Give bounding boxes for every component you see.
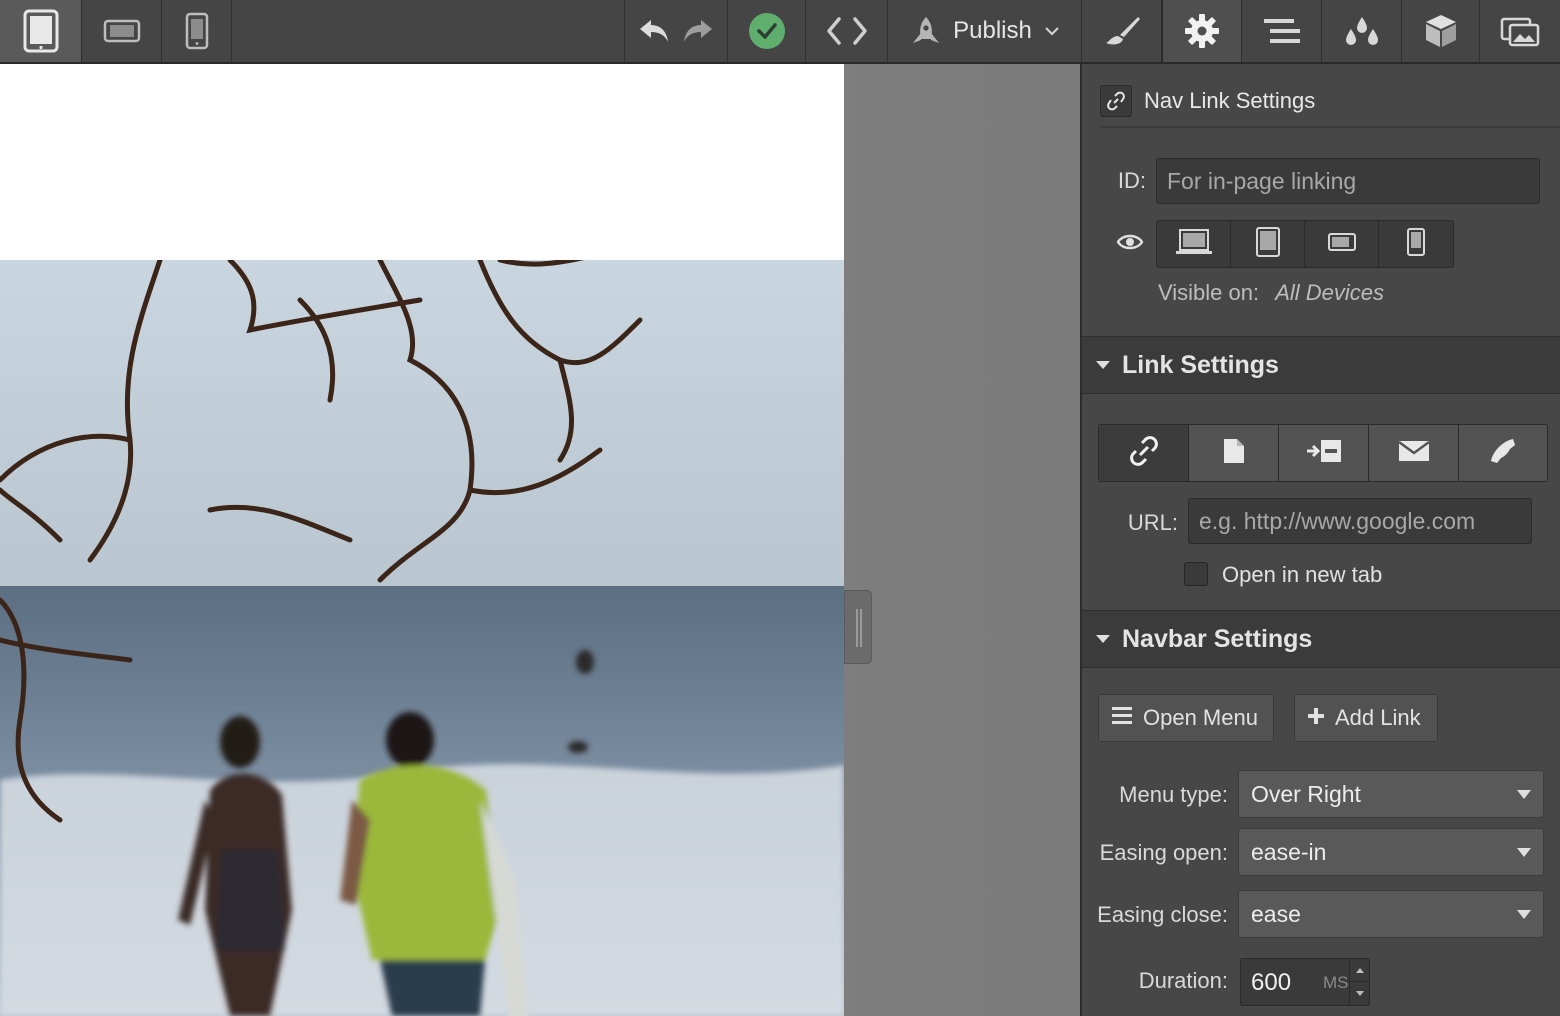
open-new-tab-label: Open in new tab <box>1222 562 1383 587</box>
url-label: URL: <box>1127 510 1178 535</box>
tablet-icon <box>1255 226 1281 263</box>
add-link-button[interactable]: Add Link <box>1294 694 1438 742</box>
phone-handset-icon <box>1489 437 1517 470</box>
phone-view-button[interactable] <box>162 0 232 62</box>
laptop-icon <box>1174 228 1214 261</box>
stepper-arrows <box>1349 959 1369 1005</box>
dropdown-arrow-icon <box>1517 848 1531 857</box>
easing-close-select[interactable]: ease <box>1238 890 1544 938</box>
menu-type-label: Menu type: <box>1119 782 1228 807</box>
panel-header: Nav Link Settings <box>1100 84 1560 128</box>
landscape-view-button[interactable] <box>82 0 162 62</box>
link-type-email[interactable] <box>1369 425 1459 481</box>
menu-type-value: Over Right <box>1251 780 1361 807</box>
visible-on-value: All Devices <box>1275 280 1385 305</box>
panel-title: Nav Link Settings <box>1144 88 1316 113</box>
checkmark-icon <box>748 12 786 50</box>
open-menu-button[interactable]: Open Menu <box>1098 694 1274 742</box>
beach-photo[interactable] <box>0 260 844 1016</box>
section-link-icon <box>1305 438 1343 469</box>
drops-icon <box>1342 15 1382 47</box>
increment-arrow-icon[interactable] <box>1350 959 1369 982</box>
envelope-icon <box>1397 440 1430 467</box>
duration-stepper[interactable]: 600 MS <box>1240 958 1370 1006</box>
cube-icon <box>1424 13 1458 49</box>
navigator-panel-tab[interactable] <box>1242 0 1322 62</box>
publish-button[interactable]: Publish <box>888 0 1082 62</box>
chevron-down-icon <box>1044 26 1060 36</box>
code-icon <box>825 16 869 46</box>
easing-open-select[interactable]: ease-in <box>1238 828 1544 876</box>
page-icon <box>1222 437 1246 470</box>
easing-open-value: ease-in <box>1251 838 1327 865</box>
link-type-url[interactable] <box>1099 425 1189 481</box>
brush-icon <box>1102 15 1142 47</box>
link-icon <box>1100 85 1132 117</box>
tablet-view-button[interactable] <box>0 0 82 62</box>
decrement-arrow-icon[interactable] <box>1350 982 1369 1004</box>
link-type-phone[interactable] <box>1459 425 1547 481</box>
open-new-tab-checkbox[interactable] <box>1184 562 1208 586</box>
visible-on-label: Visible on: <box>1158 280 1260 305</box>
settings-panel: Nav Link Settings ID: For in-page linkin… <box>1080 64 1560 1016</box>
undo-icon[interactable] <box>637 17 671 45</box>
publish-label: Publish <box>953 17 1032 44</box>
landscape-icon <box>1327 232 1357 257</box>
tablet-view-icon <box>23 9 59 53</box>
navbar-settings-title: Navbar Settings <box>1122 624 1313 653</box>
collapse-triangle-icon <box>1096 635 1110 643</box>
visibility-landscape-toggle[interactable] <box>1305 221 1379 267</box>
landscape-view-icon <box>103 19 141 43</box>
rocket-icon <box>909 15 943 47</box>
duration-unit: MS <box>1323 973 1349 992</box>
navbar-settings-header[interactable]: Navbar Settings <box>1082 610 1560 668</box>
swatches-panel-tab[interactable] <box>1322 0 1402 62</box>
id-label: ID: <box>1117 168 1146 193</box>
status-check-button[interactable] <box>728 0 806 62</box>
duration-label: Duration: <box>1138 968 1228 993</box>
page-header-area[interactable] <box>0 64 844 260</box>
visibility-desktop-toggle[interactable] <box>1157 221 1231 267</box>
symbols-panel-tab[interactable] <box>1402 0 1480 62</box>
style-panel-tab[interactable] <box>1082 0 1162 62</box>
redo-icon[interactable] <box>681 17 715 45</box>
hamburger-icon <box>1111 705 1133 731</box>
chain-link-icon <box>1129 435 1159 471</box>
visibility-phone-toggle[interactable] <box>1379 221 1453 267</box>
dropdown-arrow-icon <box>1517 910 1531 919</box>
collapse-triangle-icon <box>1096 361 1110 369</box>
gear-icon <box>1183 12 1221 50</box>
navigator-icon <box>1262 16 1302 46</box>
dropdown-arrow-icon <box>1517 790 1531 799</box>
top-toolbar: Publish <box>0 0 1560 64</box>
plus-icon <box>1307 705 1325 731</box>
link-type-page[interactable] <box>1189 425 1279 481</box>
phone-icon <box>1406 227 1426 262</box>
phone-view-icon <box>185 12 209 50</box>
visibility-tablet-toggle[interactable] <box>1231 221 1305 267</box>
eye-icon <box>1116 232 1144 257</box>
add-link-label: Add Link <box>1335 705 1421 730</box>
easing-open-label: Easing open: <box>1099 840 1228 865</box>
duration-value: 600 <box>1251 969 1292 996</box>
assets-icon <box>1500 15 1540 47</box>
design-canvas[interactable] <box>0 64 1080 1016</box>
easing-close-value: ease <box>1251 900 1301 927</box>
id-input[interactable]: For in-page linking <box>1156 158 1540 204</box>
undo-redo-group <box>624 0 728 62</box>
visible-on-text: Visible on: All Devices <box>1158 280 1384 306</box>
link-settings-title: Link Settings <box>1122 350 1279 379</box>
visibility-device-group <box>1156 220 1454 268</box>
menu-type-select[interactable]: Over Right <box>1238 770 1544 818</box>
assets-panel-tab[interactable] <box>1480 0 1560 62</box>
url-input[interactable]: e.g. http://www.google.com <box>1188 498 1532 544</box>
easing-close-label: Easing close: <box>1097 902 1228 927</box>
export-code-button[interactable] <box>806 0 888 62</box>
link-type-section[interactable] <box>1279 425 1369 481</box>
canvas-resize-handle[interactable] <box>844 590 872 664</box>
open-menu-label: Open Menu <box>1143 705 1258 730</box>
link-type-group <box>1098 424 1548 482</box>
settings-panel-tab[interactable] <box>1162 0 1242 62</box>
link-settings-header[interactable]: Link Settings <box>1082 336 1560 394</box>
